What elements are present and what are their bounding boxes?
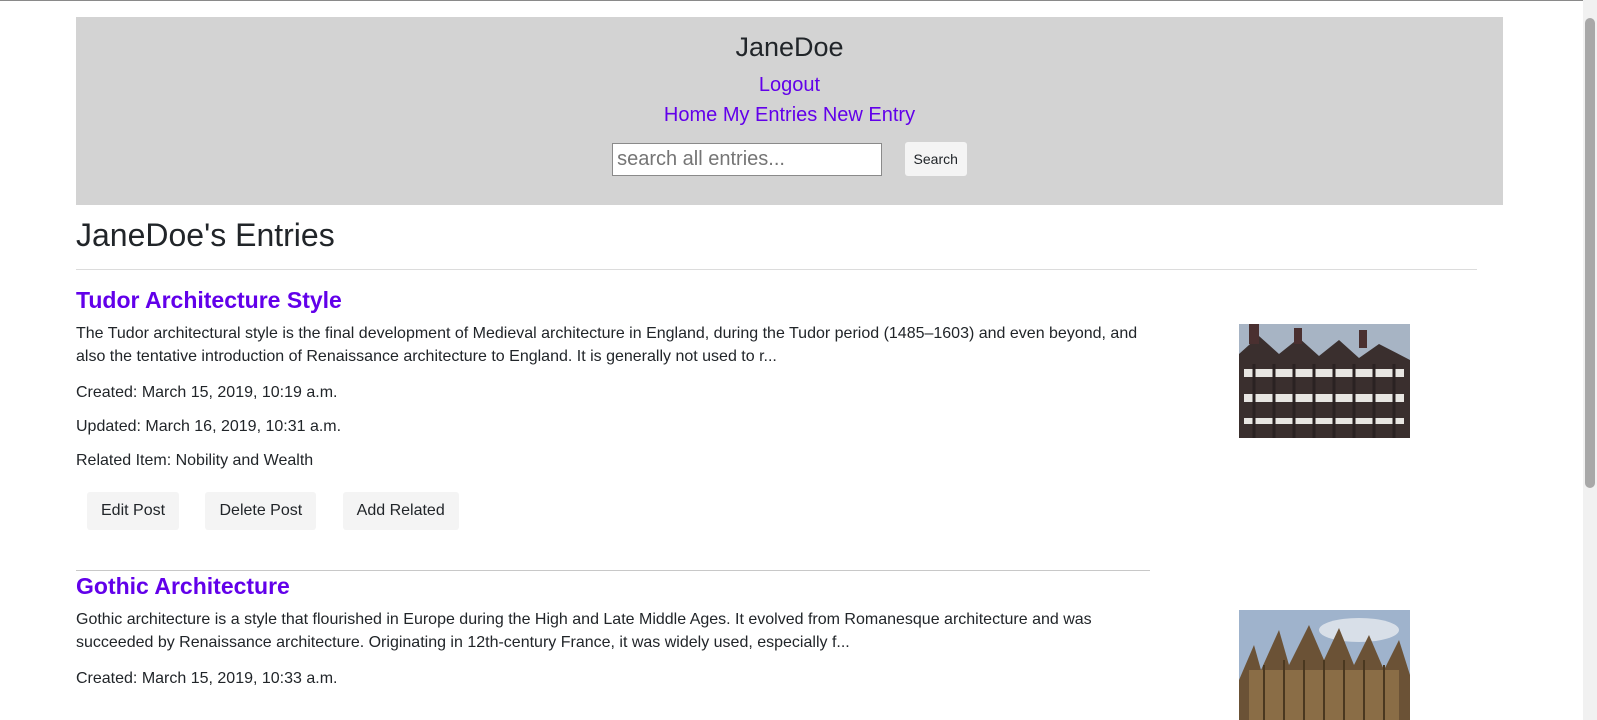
search-button[interactable]: Search	[904, 142, 967, 176]
page-title: JaneDoe's Entries	[76, 217, 335, 253]
delete-post-button[interactable]: Delete Post	[205, 492, 317, 530]
entry-updated: Updated: March 16, 2019, 10:31 a.m.	[76, 418, 342, 435]
search-input[interactable]	[612, 142, 883, 176]
nav-new-entry-link[interactable]: New Entry	[823, 104, 915, 126]
search-form: Search	[76, 142, 1503, 176]
entry-card: Gothic Architecture Gothic architecture …	[76, 573, 1224, 688]
entry-actions: Edit Post Delete Post Add Related	[87, 492, 1224, 530]
vertical-scrollbar[interactable]	[1583, 0, 1597, 720]
entry-excerpt: Gothic architecture is a style that flou…	[76, 611, 1092, 651]
title-divider	[76, 269, 1477, 270]
entry-divider	[76, 570, 1150, 571]
window-top-border	[0, 0, 1597, 1]
logout-link[interactable]: Logout	[759, 74, 820, 96]
scrollbar-thumb[interactable]	[1585, 18, 1595, 488]
nav-my-entries-link[interactable]: My Entries	[723, 104, 817, 126]
entry-card: Tudor Architecture Style The Tudor archi…	[76, 287, 1224, 530]
nav-home-link[interactable]: Home	[664, 104, 717, 126]
site-header: JaneDoe Logout Home My Entries New Entry…	[76, 17, 1503, 205]
add-related-button[interactable]: Add Related	[342, 492, 459, 530]
entry-thumbnail-image	[1239, 610, 1410, 720]
entry-excerpt: The Tudor architectural style is the fin…	[76, 325, 1138, 365]
entry-thumbnail-image	[1239, 324, 1410, 438]
entry-title-link[interactable]: Gothic Architecture	[76, 573, 290, 599]
entry-created: Created: March 15, 2019, 10:19 a.m.	[76, 384, 338, 401]
page-container: JaneDoe Logout Home My Entries New Entry…	[76, 17, 1503, 720]
entry-created: Created: March 15, 2019, 10:33 a.m.	[76, 670, 338, 687]
edit-post-button[interactable]: Edit Post	[87, 492, 180, 530]
entry-related: Related Item: Nobility and Wealth	[76, 452, 314, 469]
header-username: JaneDoe	[735, 32, 844, 62]
entry-title-link[interactable]: Tudor Architecture Style	[76, 287, 342, 313]
main-nav: Home My Entries New Entry	[76, 104, 1503, 127]
